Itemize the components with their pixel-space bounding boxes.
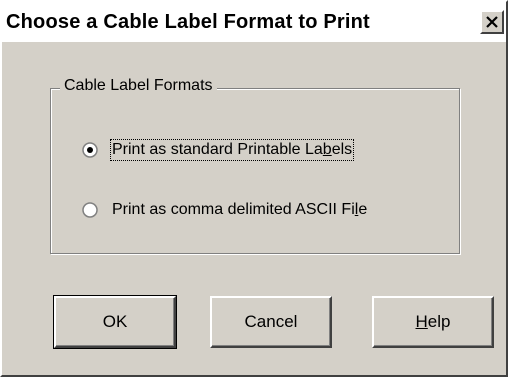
radio-printable-labels[interactable] [82, 142, 98, 158]
cancel-button[interactable]: Cancel [210, 296, 332, 348]
ok-button[interactable]: OK [53, 295, 177, 349]
radio-label-ascii-file[interactable]: Print as comma delimited ASCII File [112, 201, 367, 219]
title-bar: Choose a Cable Label Format to Print [2, 2, 506, 42]
dialog-window: Choose a Cable Label Format to Print Cab… [0, 0, 508, 377]
label-format-group [50, 88, 460, 254]
radio-ascii-file[interactable] [82, 202, 98, 218]
option-printable-labels[interactable]: Print as standard Printable Labels [82, 138, 355, 162]
close-button[interactable] [480, 10, 504, 34]
help-button[interactable]: Help [372, 296, 494, 348]
group-label: Cable Label Formats [60, 77, 217, 95]
close-icon [486, 16, 498, 28]
window-title: Choose a Cable Label Format to Print [6, 11, 370, 33]
radio-label-printable-labels[interactable]: Print as standard Printable Labels [109, 139, 355, 161]
option-ascii-file[interactable]: Print as comma delimited ASCII File [82, 198, 367, 222]
radio-selected-dot [87, 147, 93, 153]
